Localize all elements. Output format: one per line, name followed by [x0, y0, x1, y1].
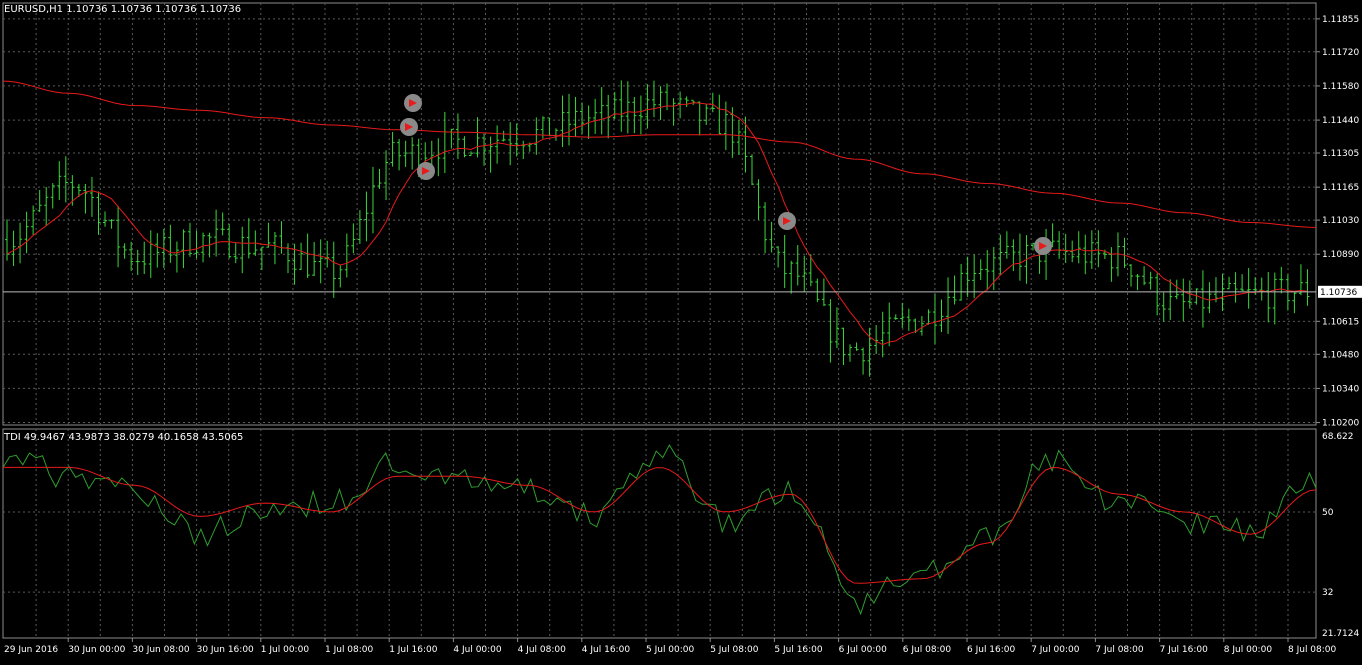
- x-tick-label: 4 Jul 08:00: [518, 645, 567, 655]
- current-price-label: 1.10736: [1320, 288, 1357, 298]
- x-tick-label: 6 Jul 08:00: [903, 645, 952, 655]
- x-tick-label: 30 Jun 08:00: [132, 645, 189, 655]
- x-tick-label: 7 Jul 16:00: [1160, 645, 1209, 655]
- indicator-panel-frame: [2, 428, 1317, 639]
- y-tick-label: 1.10200: [1322, 419, 1359, 429]
- y-tick-label: 1.10890: [1322, 250, 1359, 260]
- chart-canvas[interactable]: 29 Jun 2016 30 Jun 00:00 30 Jun 08:00 30 Ju…: [0, 0, 1362, 661]
- y-tick-label: 1.11165: [1322, 183, 1359, 193]
- y-tick-label: 1.10480: [1322, 350, 1359, 360]
- ma-long-line: [2, 80, 1317, 228]
- y-tick-label: 50: [1322, 508, 1334, 518]
- y-tick-label: 1.11305: [1322, 149, 1359, 159]
- x-tick-label: 4 Jul 00:00: [453, 645, 502, 655]
- x-tick-label: 1 Jul 16:00: [389, 645, 438, 655]
- x-tick-label: 6 Jul 16:00: [967, 645, 1016, 655]
- x-tick-label: 5 Jul 08:00: [710, 645, 759, 655]
- chart-window[interactable]: 29 Jun 2016 30 Jun 00:00 30 Jun 08:00 30 Ju…: [0, 0, 1362, 661]
- x-tick-label: 30 Jun 00:00: [68, 645, 125, 655]
- y-tick-label: 1.11580: [1322, 82, 1359, 92]
- x-tick-label: 5 Jul 00:00: [646, 645, 695, 655]
- indicator-panel-header: TDI 49.9467 43.9873 38.0279 40.1658 43.5…: [4, 432, 244, 443]
- y-tick-label: 68.622: [1322, 432, 1354, 442]
- main-panel-header: EURUSD,H1 1.10736 1.10736 1.10736 1.1073…: [4, 4, 242, 15]
- y-tick-label: 1.10615: [1322, 317, 1359, 327]
- x-tick-label: 30 Jun 16:00: [197, 645, 254, 655]
- tdi-slow-line: [3, 466, 1317, 584]
- y-tick-label: 1.11720: [1322, 48, 1359, 58]
- x-tick-label: 4 Jul 16:00: [582, 645, 631, 655]
- y-tick-label: 21.7124: [1322, 629, 1359, 639]
- x-tick-label: 6 Jul 00:00: [839, 645, 888, 655]
- y-tick-label: 1.11440: [1322, 116, 1359, 126]
- x-tick-label: 1 Jul 08:00: [325, 645, 374, 655]
- x-tick-label: 7 Jul 00:00: [1031, 645, 1080, 655]
- y-tick-label: 1.11855: [1322, 15, 1359, 25]
- x-tick-label: 8 Jul 00:00: [1224, 645, 1273, 655]
- x-tick-label: 8 Jul 08:00: [1288, 645, 1337, 655]
- y-tick-label: 32: [1322, 588, 1333, 598]
- y-tick-label: 1.11030: [1322, 216, 1359, 226]
- tdi-fast-line: [2, 443, 1317, 616]
- y-tick-label: 1.10340: [1322, 384, 1359, 394]
- main-panel-frame: [2, 2, 1317, 426]
- x-tick-label: 7 Jul 08:00: [1095, 645, 1144, 655]
- x-tick-label: 29 Jun 2016: [4, 645, 58, 655]
- x-tick-label: 5 Jul 16:00: [774, 645, 823, 655]
- x-tick-label: 1 Jul 00:00: [261, 645, 310, 655]
- ma-short-line: [6, 102, 1308, 346]
